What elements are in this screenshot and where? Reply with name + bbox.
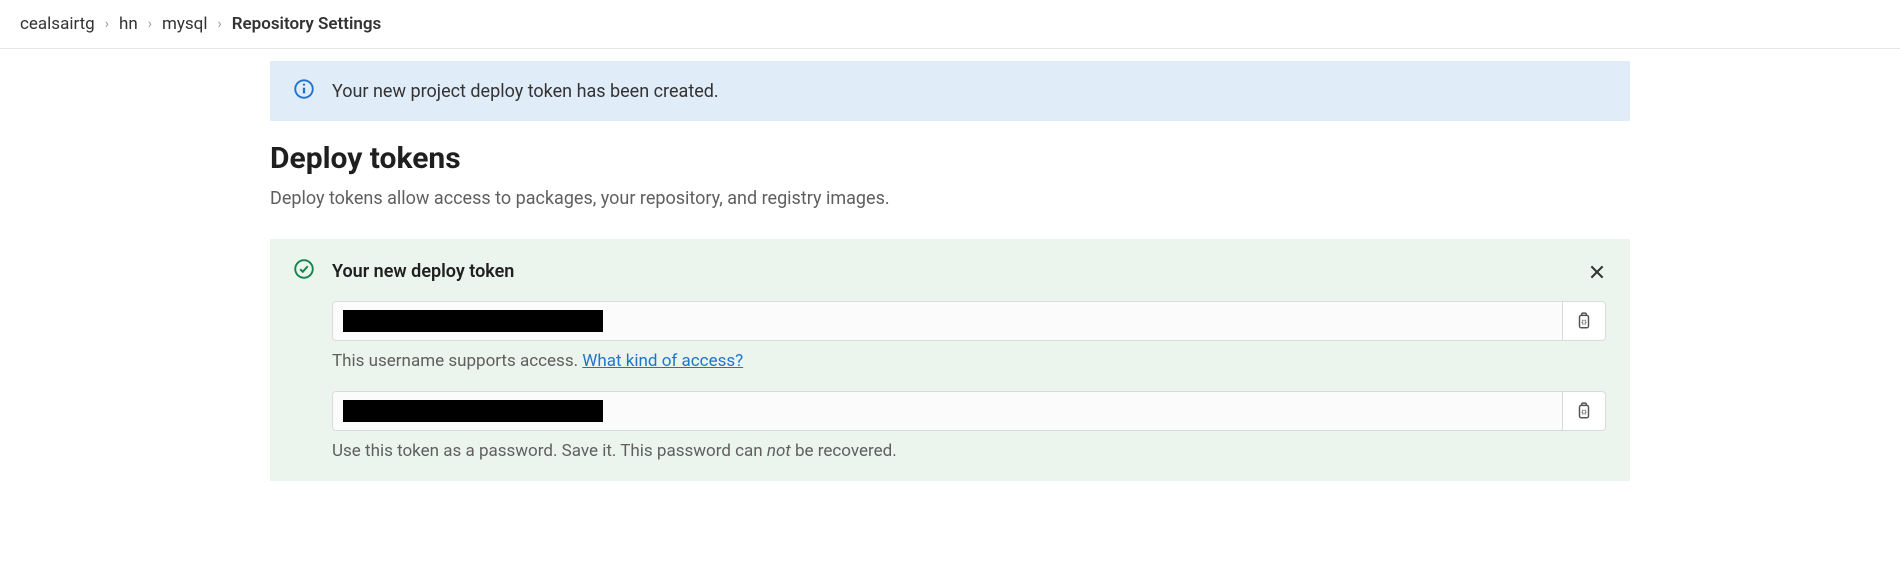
username-section: This username supports access. What kind… bbox=[332, 301, 1606, 371]
alert-text: Your new project deploy token has been c… bbox=[332, 81, 719, 102]
username-help: This username supports access. What kind… bbox=[332, 351, 1606, 371]
token-help-prefix: Use this token as a password. Save it. T… bbox=[332, 441, 767, 461]
breadcrumb-item-2[interactable]: mysql bbox=[162, 14, 208, 34]
check-circle-icon bbox=[294, 259, 314, 283]
username-help-text: This username supports access. bbox=[332, 351, 582, 371]
page-description: Deploy tokens allow access to packages, … bbox=[270, 188, 1630, 209]
breadcrumb-item-1[interactable]: hn bbox=[119, 14, 138, 34]
chevron-right-icon: › bbox=[105, 16, 109, 32]
clipboard-icon bbox=[1575, 402, 1593, 420]
username-value-redacted bbox=[343, 310, 603, 332]
info-icon bbox=[294, 79, 314, 103]
copy-username-button[interactable] bbox=[1563, 301, 1606, 341]
token-input[interactable] bbox=[332, 391, 1563, 431]
chevron-right-icon: › bbox=[217, 16, 221, 32]
token-value-redacted bbox=[343, 400, 603, 422]
copy-token-button[interactable] bbox=[1563, 391, 1606, 431]
token-help-suffix: be recovered. bbox=[791, 441, 897, 461]
close-icon bbox=[1588, 263, 1606, 281]
alert-info: Your new project deploy token has been c… bbox=[270, 61, 1630, 121]
close-button[interactable] bbox=[1584, 259, 1610, 288]
token-help-em: not bbox=[767, 441, 791, 461]
chevron-right-icon: › bbox=[148, 16, 152, 32]
breadcrumb-item-0[interactable]: cealsairtg bbox=[20, 14, 95, 34]
page-title: Deploy tokens bbox=[270, 141, 1630, 176]
access-help-link[interactable]: What kind of access? bbox=[582, 351, 743, 371]
breadcrumb: cealsairtg › hn › mysql › Repository Set… bbox=[0, 0, 1900, 49]
username-input[interactable] bbox=[332, 301, 1563, 341]
deploy-token-panel: Your new deploy token This username supp… bbox=[270, 239, 1630, 481]
breadcrumb-item-current: Repository Settings bbox=[232, 14, 382, 34]
clipboard-icon bbox=[1575, 312, 1593, 330]
token-section: Use this token as a password. Save it. T… bbox=[332, 391, 1606, 461]
panel-title: Your new deploy token bbox=[332, 261, 514, 282]
token-help: Use this token as a password. Save it. T… bbox=[332, 441, 1606, 461]
